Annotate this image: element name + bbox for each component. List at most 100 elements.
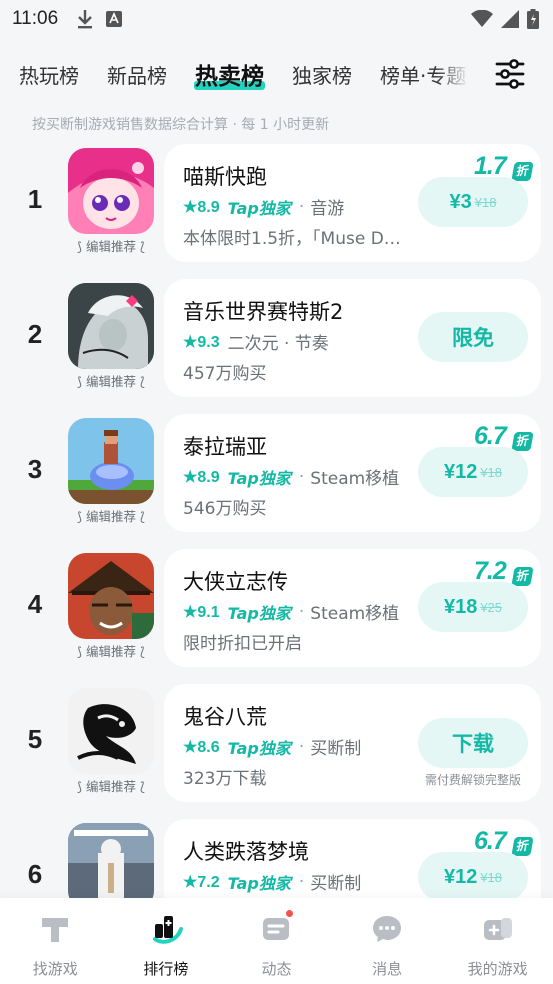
- tap-exclusive-badge: Tap独家: [227, 198, 291, 218]
- rank-number: 6: [27, 859, 43, 889]
- game-icon[interactable]: [68, 553, 154, 639]
- editor-pick-tag: ⟆ 编辑推荐 ⟅: [77, 779, 145, 794]
- game-title: 喵斯快跑: [183, 165, 267, 189]
- game-tags: Steam移植: [310, 604, 400, 624]
- rank-number: 3: [27, 454, 43, 484]
- game-card[interactable]: 喵斯快跑 ★8.9 Tap独家 · 音游 本体限时1.5折，「Muse Dash…: [164, 144, 541, 262]
- tab-hot-play[interactable]: 热玩榜: [19, 60, 79, 89]
- list-item: 3 ⟆ 编辑推荐 ⟅ 泰拉瑞亚 ★8.9 Tap独家 · Steam移植 546…: [0, 414, 553, 532]
- nav-feed[interactable]: 动态: [221, 898, 331, 984]
- game-icon[interactable]: [68, 418, 154, 504]
- download-button[interactable]: 下载: [418, 718, 528, 768]
- current-price: ¥18: [443, 595, 478, 618]
- game-description: 本体限时1.5折，「Muse Dash」: [183, 229, 403, 249]
- buy-button[interactable]: ¥3 ¥18: [418, 177, 528, 227]
- original-price: ¥18: [480, 464, 503, 480]
- current-price: ¥12: [443, 460, 478, 483]
- gamepad-icon: [483, 918, 512, 940]
- buy-button[interactable]: ¥12 ¥18: [418, 447, 528, 497]
- game-card[interactable]: 鬼谷八荒 ★8.6 Tap独家 · 买断制 323万下载 下载 需付费解锁完整版: [164, 684, 541, 802]
- rank-number: 2: [27, 319, 43, 349]
- download-icon: [78, 10, 93, 29]
- list-item: 4 ⟆ 编辑推荐 ⟅ 大侠立志传 ★9.1 Tap独家 · Steam移植 限时…: [0, 549, 553, 667]
- tab-best-selling[interactable]: 热卖榜: [194, 57, 265, 91]
- game-meta: ★8.9 Tap独家 · 音游: [183, 194, 403, 220]
- notification-dot: [284, 908, 296, 919]
- filter-icon[interactable]: [494, 58, 526, 90]
- game-meta: ★7.2 Tap独家 · 买断制: [183, 869, 403, 895]
- game-card[interactable]: 大侠立志传 ★9.1 Tap独家 · Steam移植 限时折扣已开启 7.2 折 …: [164, 549, 541, 667]
- game-tags: 二次元 · 节奏: [227, 334, 329, 354]
- editor-pick-tag: ⟆ 编辑推荐 ⟅: [77, 374, 145, 389]
- original-price: ¥25: [480, 599, 503, 615]
- game-title: 人类跌落梦境: [183, 840, 309, 864]
- game-card[interactable]: 音乐世界赛特斯2 ★9.3 二次元 · 节奏 457万购买 限免: [164, 279, 541, 397]
- list-item: 1 ⟆ 编辑推荐 ⟅ 喵斯快跑 ★8.9 Tap独家 · 音游 本体限时1.5折…: [0, 144, 553, 262]
- game-description: 546万购买: [183, 499, 267, 519]
- game-description: 323万下载: [183, 769, 267, 789]
- game-title: 鬼谷八荒: [183, 705, 267, 729]
- game-tags: Steam移植: [310, 469, 400, 489]
- editor-pick-tag: ⟆ 编辑推荐 ⟅: [77, 644, 145, 659]
- bottom-navigation: 找游戏 排行榜 动态 消息 我的游戏: [0, 898, 553, 984]
- tap-exclusive-badge: Tap独家: [227, 603, 291, 623]
- tab-exclusive[interactable]: 独家榜: [292, 60, 352, 89]
- free-claim-button[interactable]: 限免: [418, 312, 528, 362]
- rank-number: 5: [27, 724, 43, 754]
- download-note: 需付费解锁完整版: [424, 773, 521, 787]
- game-meta: ★8.6 Tap独家 · 买断制: [183, 734, 403, 760]
- buy-button[interactable]: ¥18 ¥25: [418, 582, 528, 632]
- game-icon[interactable]: [68, 283, 154, 369]
- app-notification-icon: [106, 11, 123, 27]
- tabs-fade: [436, 57, 470, 91]
- ranking-tabs: 热玩榜 新品榜 热卖榜 独家榜 榜单·专题: [0, 50, 553, 98]
- rank-number: 4: [27, 589, 43, 619]
- rating: ★9.3: [183, 333, 220, 351]
- game-tags: 音游: [310, 199, 345, 219]
- game-meta: ★9.1 Tap独家 · Steam移植: [183, 599, 403, 625]
- signal-icon: [501, 10, 519, 28]
- game-tags: 买断制: [310, 874, 362, 894]
- ranking-description: 按买断制游戏销售数据综合计算 · 每 1 小时更新: [32, 117, 330, 133]
- list-item: 5 ⟆ 编辑推荐 ⟅ 鬼谷八荒 ★8.6 Tap独家 · 买断制 323万下载 …: [0, 684, 553, 802]
- rating: ★9.1: [183, 603, 220, 621]
- game-meta: ★8.9 Tap独家 · Steam移植: [183, 464, 403, 490]
- game-icon[interactable]: [68, 823, 154, 909]
- game-card[interactable]: 泰拉瑞亚 ★8.9 Tap独家 · Steam移植 546万购买 6.7 折 ¥1…: [164, 414, 541, 532]
- nav-messages[interactable]: 消息: [332, 898, 442, 984]
- game-description: 457万购买: [183, 364, 267, 384]
- current-price: ¥3: [449, 190, 472, 213]
- game-tags: 买断制: [310, 739, 362, 759]
- chat-bubble-icon: [373, 916, 402, 942]
- battery-icon: [527, 9, 539, 29]
- nav-my-games[interactable]: 我的游戏: [443, 898, 553, 984]
- tab-new[interactable]: 新品榜: [107, 60, 167, 89]
- editor-pick-tag: ⟆ 编辑推荐 ⟅: [77, 509, 145, 524]
- editor-pick-tag: ⟆ 编辑推荐 ⟅: [77, 239, 145, 254]
- tap-exclusive-badge: Tap独家: [227, 468, 291, 488]
- nav-rankings[interactable]: 排行榜: [111, 898, 221, 984]
- nav-find-games[interactable]: 找游戏: [0, 898, 110, 984]
- status-time: 11:06: [12, 8, 59, 29]
- current-price: ¥12: [443, 865, 478, 888]
- game-meta: ★9.3 二次元 · 节奏: [183, 329, 403, 355]
- game-description: 限时折扣已开启: [183, 634, 302, 654]
- game-icon[interactable]: [68, 688, 154, 774]
- rating: ★8.6: [183, 738, 220, 756]
- game-title: 大侠立志传: [183, 570, 288, 594]
- rating: ★8.9: [183, 198, 220, 216]
- game-icon[interactable]: [68, 148, 154, 234]
- rating: ★7.2: [183, 873, 220, 891]
- buy-button[interactable]: ¥12 ¥18: [418, 852, 528, 902]
- controller-t-icon: [42, 918, 69, 942]
- list-item: 2 ⟆ 编辑推荐 ⟅ 音乐世界赛特斯2 ★9.3 二次元 · 节奏 457万购买…: [0, 279, 553, 397]
- original-price: ¥18: [480, 869, 503, 885]
- tap-exclusive-badge: Tap独家: [227, 873, 291, 893]
- rank-number: 1: [27, 184, 43, 214]
- rankings-icon: [152, 916, 183, 944]
- rating: ★8.9: [183, 468, 220, 486]
- status-bar: 11:06: [0, 0, 553, 38]
- tap-exclusive-badge: Tap独家: [227, 738, 291, 758]
- game-title: 音乐世界赛特斯2: [183, 300, 344, 324]
- original-price: ¥18: [474, 194, 497, 210]
